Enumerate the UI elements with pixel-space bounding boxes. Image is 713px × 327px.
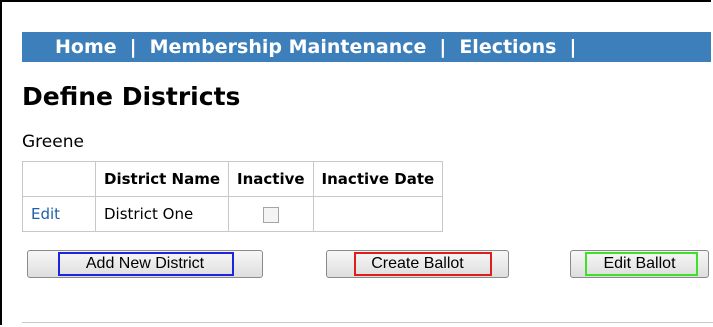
nav-separator: | [569, 36, 577, 58]
top-nav-bar: Home | Membership Maintenance | Election… [22, 32, 711, 62]
nav-home[interactable]: Home [55, 36, 117, 58]
table-row: Edit District One [22, 196, 444, 232]
create-ballot-button[interactable]: Create Ballot [326, 250, 509, 278]
header-district-name: District Name [95, 161, 229, 197]
inactive-checkbox[interactable] [262, 206, 279, 223]
inactive-date-cell [312, 196, 444, 232]
header-inactive: Inactive [228, 161, 314, 197]
add-new-district-label: Add New District [85, 255, 205, 272]
header-inactive-date: Inactive Date [312, 161, 444, 197]
districts-table: District Name Inactive Inactive Date Edi… [22, 161, 444, 232]
district-name-cell: District One [95, 196, 229, 232]
edit-link[interactable]: Edit [31, 205, 60, 223]
organization-name: Greene [22, 132, 84, 152]
page-title: Define Districts [22, 82, 241, 111]
add-new-district-button[interactable]: Add New District [27, 250, 263, 278]
row-action-cell: Edit [22, 196, 96, 232]
edit-ballot-label: Edit Ballot [603, 255, 676, 272]
create-ballot-label: Create Ballot [371, 255, 464, 272]
edit-ballot-button[interactable]: Edit Ballot [570, 250, 709, 278]
inactive-cell [228, 196, 314, 232]
nav-separator: | [129, 36, 137, 58]
table-header-row: District Name Inactive Inactive Date [22, 161, 444, 197]
header-actions [22, 161, 96, 197]
nav-membership-maintenance[interactable]: Membership Maintenance [150, 36, 427, 58]
divider [22, 322, 713, 323]
nav-separator: | [439, 36, 447, 58]
nav-elections[interactable]: Elections [459, 36, 556, 58]
